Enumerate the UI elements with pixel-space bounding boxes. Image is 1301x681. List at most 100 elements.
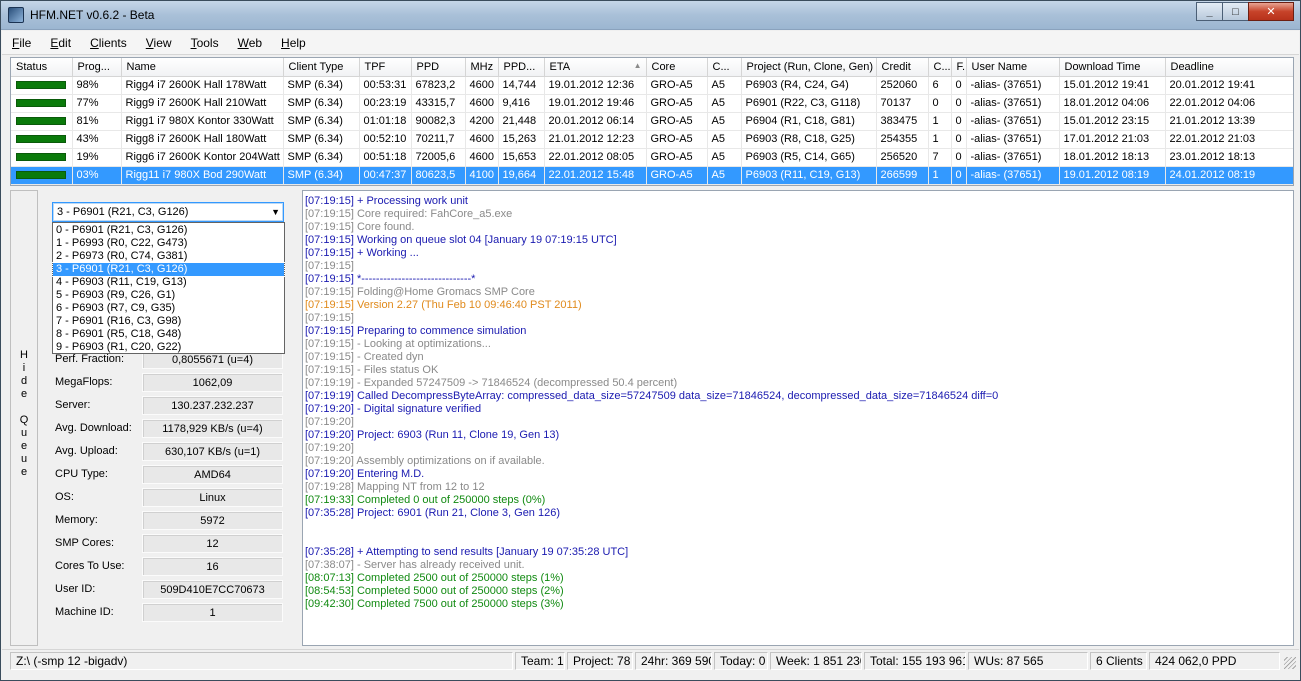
column-header[interactable]: Name: [121, 58, 284, 77]
column-header[interactable]: Core: [646, 58, 708, 77]
column-header[interactable]: MHz: [465, 58, 499, 77]
table-cell: 77%: [72, 94, 122, 113]
table-cell: 1: [928, 130, 952, 149]
table-row[interactable]: 77% Rigg9 i7 2600K Hall 210Watt SMP (6.34)…: [11, 94, 1293, 113]
log-viewer[interactable]: [07:19:15] + Processing work unit [07:19:…: [302, 190, 1294, 646]
queue-option[interactable]: 8 - P6901 (R5, C18, G48): [53, 328, 284, 341]
minimize-button[interactable]: _: [1196, 2, 1223, 21]
table-cell: 19.01.2012 08:19: [1059, 166, 1166, 185]
column-header-label: TPF: [364, 60, 386, 73]
column-header[interactable]: ETA ▲: [544, 58, 647, 77]
queue-option[interactable]: 0 - P6901 (R21, C3, G126): [53, 224, 284, 237]
property-value[interactable]: 12: [142, 534, 283, 553]
log-line: [07:19:20]: [305, 442, 354, 454]
column-header[interactable]: User Name: [966, 58, 1060, 77]
property-value[interactable]: 130.237.232.237: [142, 396, 283, 415]
table-cell: SMP (6.34): [283, 148, 360, 167]
column-header[interactable]: Credit: [876, 58, 929, 77]
hide-queue-letter: u: [20, 453, 28, 465]
column-header[interactable]: PPD...: [498, 58, 545, 77]
menu-help[interactable]: Help: [281, 36, 306, 50]
log-line: [07:19:15]: [305, 312, 354, 324]
table-row[interactable]: 81% Rigg1 i7 980X Kontor 330Watt SMP (6.34…: [11, 112, 1293, 131]
queue-option[interactable]: 9 - P6903 (R1, C20, G22): [53, 341, 284, 354]
table-cell: 0: [951, 112, 967, 131]
table-cell: 4600: [465, 94, 499, 113]
clients-grid: Status Prog... Name Client Type TPF PPD MHz PPD…: [10, 57, 1294, 186]
queue-option[interactable]: 4 - P6903 (R11, C19, G13): [53, 276, 284, 289]
table-row[interactable]: 98% Rigg4 i7 2600K Hall 178Watt SMP (6.34)…: [11, 76, 1293, 95]
queue-select[interactable]: 3 - P6901 (R21, C3, G126) ▼: [52, 202, 284, 222]
hide-queue-button[interactable]: HideQueue: [10, 190, 38, 646]
column-header-label: MHz: [470, 60, 494, 73]
table-cell: 4600: [465, 148, 499, 167]
title-bar[interactable]: HFM.NET v0.6.2 - Beta _ □ ✕: [1, 1, 1300, 30]
table-cell: SMP (6.34): [283, 166, 360, 185]
table-cell: 67823,2: [411, 76, 466, 95]
column-header[interactable]: C...: [707, 58, 742, 77]
status-cell: [11, 76, 73, 95]
table-cell: 20.01.2012 19:41: [1165, 76, 1293, 95]
log-line: [07:19:20] - Digital signature verified: [305, 403, 482, 415]
table-cell: 4100: [465, 166, 499, 185]
table-cell: SMP (6.34): [283, 94, 360, 113]
column-header[interactable]: C...: [928, 58, 952, 77]
column-header[interactable]: Deadline: [1165, 58, 1293, 77]
column-header[interactable]: Prog...: [72, 58, 122, 77]
queue-option[interactable]: 1 - P6993 (R0, C22, G473): [53, 237, 284, 250]
column-header[interactable]: Status: [11, 58, 73, 77]
column-header[interactable]: PPD: [411, 58, 466, 77]
property-value[interactable]: 630,107 KB/s (u=1): [142, 442, 283, 461]
menu-file[interactable]: File: [12, 36, 31, 50]
menu-edit[interactable]: Edit: [50, 36, 71, 50]
property-value[interactable]: 16: [142, 557, 283, 576]
log-line: [07:19:19] Called DecompressByteArray: c…: [305, 390, 999, 402]
property-row: OS: Linux: [55, 488, 295, 508]
table-row[interactable]: 43% Rigg8 i7 2600K Hall 180Watt SMP (6.34)…: [11, 130, 1293, 149]
close-button[interactable]: ✕: [1248, 2, 1294, 21]
property-value[interactable]: 1: [142, 603, 283, 622]
table-row[interactable]: 03% Rigg11 i7 980X Bod 290Watt SMP (6.34) 0…: [11, 166, 1293, 185]
property-value[interactable]: 509D410E7CC70673: [142, 580, 283, 599]
menu-web[interactable]: Web: [238, 36, 262, 50]
queue-option[interactable]: 7 - P6901 (R16, C3, G98): [53, 315, 284, 328]
status-cell: [11, 130, 73, 149]
status-wus: WUs: 87 565: [968, 652, 1088, 670]
table-cell: 4200: [465, 112, 499, 131]
table-row[interactable]: 19% Rigg6 i7 2600K Kontor 204Watt SMP (6.3…: [11, 148, 1293, 167]
property-value[interactable]: AMD64: [142, 465, 283, 484]
column-header[interactable]: F.: [951, 58, 967, 77]
property-value[interactable]: 1178,929 KB/s (u=4): [142, 419, 283, 438]
table-cell: 0: [951, 166, 967, 185]
queue-option[interactable]: 6 - P6903 (R7, C9, G35): [53, 302, 284, 315]
property-value[interactable]: 1062,09: [142, 373, 283, 392]
column-header[interactable]: Client Type: [283, 58, 360, 77]
property-row: Cores To Use: 16: [55, 557, 295, 577]
property-label: User ID:: [55, 583, 96, 595]
column-header[interactable]: Project (Run, Clone, Gen): [741, 58, 877, 77]
table-cell: A5: [707, 148, 742, 167]
property-label: Machine ID:: [55, 606, 114, 618]
log-line: [07:19:15] Preparing to commence simulat…: [305, 325, 527, 337]
column-header[interactable]: Download Time: [1059, 58, 1166, 77]
queue-option[interactable]: 5 - P6903 (R9, C26, G1): [53, 289, 284, 302]
menu-clients[interactable]: Clients: [90, 36, 127, 50]
maximize-button[interactable]: □: [1222, 2, 1249, 21]
table-cell: 254355: [876, 130, 929, 149]
table-cell: 0: [951, 76, 967, 95]
menu-view[interactable]: View: [146, 36, 172, 50]
property-value[interactable]: Linux: [142, 488, 283, 507]
clients-table: Status Prog... Name Client Type TPF PPD MHz PPD…: [11, 58, 1293, 185]
table-cell: 18.01.2012 04:06: [1059, 94, 1166, 113]
log-line: [08:54:53] Completed 5000 out of 250000 …: [305, 585, 564, 597]
menu-tools[interactable]: Tools: [191, 36, 219, 50]
queue-option[interactable]: 3 - P6901 (R21, C3, G126): [52, 262, 285, 277]
queue-option[interactable]: 2 - P6973 (R0, C74, G381): [53, 250, 284, 263]
column-header[interactable]: TPF: [359, 58, 412, 77]
resize-grip-icon[interactable]: [1284, 657, 1296, 669]
table-cell: P6901 (R22, C3, G118): [741, 94, 877, 113]
property-value[interactable]: 5972: [142, 511, 283, 530]
table-cell: 21,448: [498, 112, 545, 131]
